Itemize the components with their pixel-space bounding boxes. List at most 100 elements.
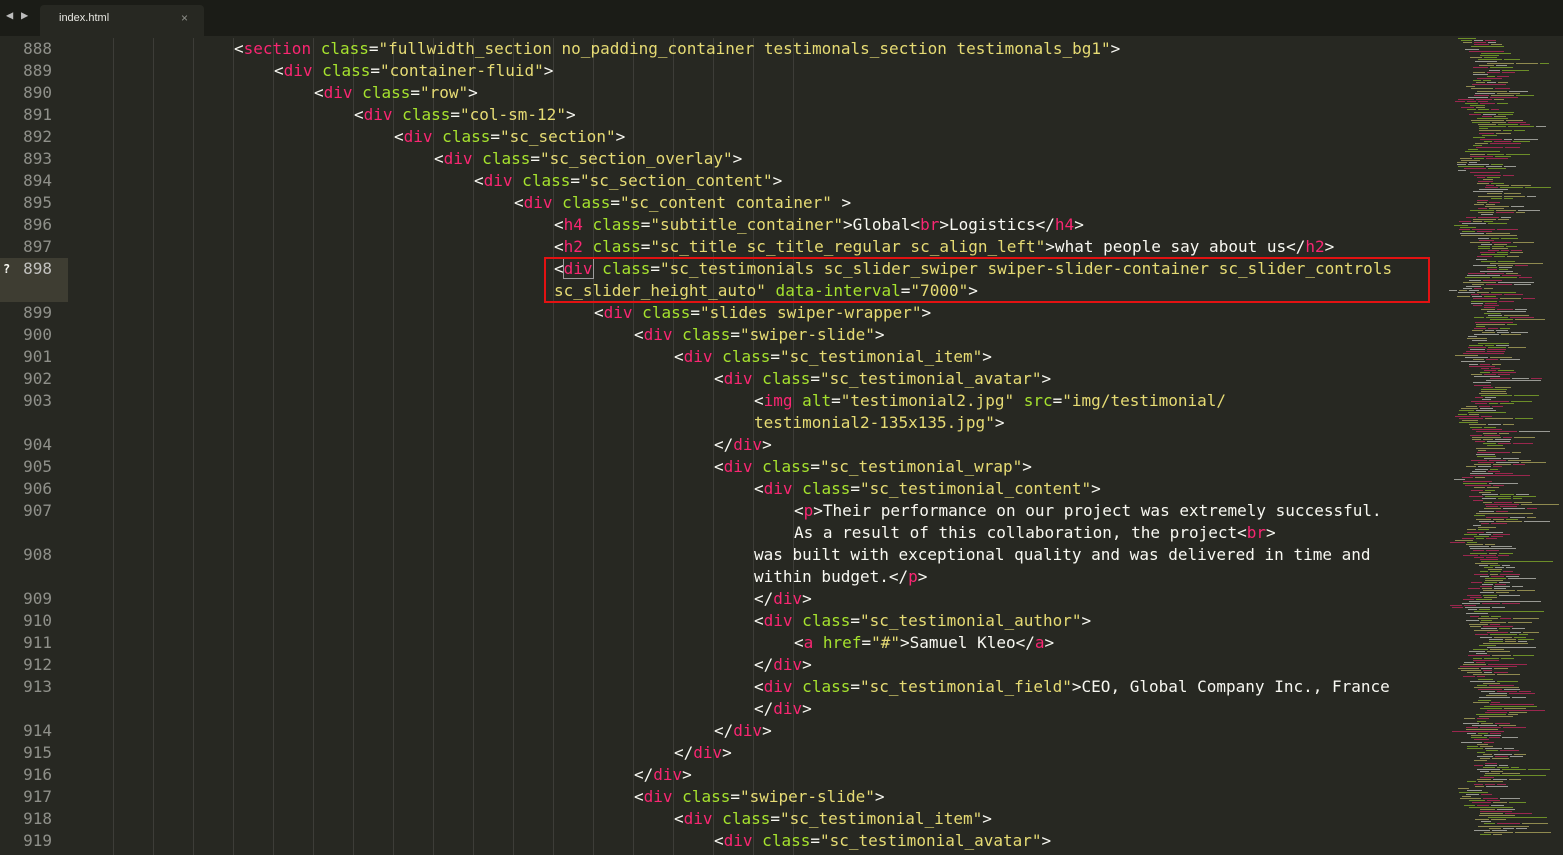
minimap-stroke <box>1465 607 1490 609</box>
minimap-stroke <box>1484 567 1493 569</box>
code-line[interactable]: <div class="sc_testimonial_avatar"> <box>714 830 1051 852</box>
code-line[interactable]: <div class="swiper-slide"> <box>634 786 884 808</box>
minimap-stroke <box>1470 153 1485 155</box>
attribute-name: class <box>632 303 691 322</box>
code-line[interactable]: within budget.</p> <box>754 566 927 588</box>
code-line[interactable]: <div class="sc_testimonial_field">CEO, G… <box>754 676 1390 698</box>
line-number: 902 <box>23 369 52 388</box>
minimap-stroke <box>1487 632 1508 634</box>
code-line[interactable]: </div> <box>714 720 772 742</box>
minimap-stroke <box>1473 304 1482 306</box>
code-line[interactable]: was built with exceptional quality and w… <box>754 544 1371 566</box>
minimap-stroke <box>1460 227 1476 228</box>
code-line[interactable]: <div class="sc_testimonial_item"> <box>674 808 992 830</box>
minimap-stroke <box>1480 252 1495 254</box>
code-line[interactable]: </div> <box>714 434 772 456</box>
minimap-stroke <box>1479 815 1515 816</box>
attribute-value: "swiper-slide" <box>739 325 875 344</box>
minimap-stroke <box>1478 527 1496 529</box>
minimap-stroke <box>1484 458 1501 459</box>
minimap-stroke <box>1488 327 1498 329</box>
attribute-value: "sc_title sc_title_regular sc_align_left… <box>650 237 1046 256</box>
minimap-stroke <box>1473 659 1499 661</box>
minimap-stroke <box>1489 640 1503 642</box>
code-line[interactable]: testimonial2-135x135.jpg"> <box>754 412 1004 434</box>
minimap-stroke <box>1506 119 1523 121</box>
code-line[interactable]: <div class="swiper-slide"> <box>634 324 884 346</box>
code-line[interactable]: As a result of this collaboration, the p… <box>794 522 1276 544</box>
minimap-stroke <box>1513 495 1536 497</box>
attribute-name: class <box>712 809 771 828</box>
minimap-stroke <box>1491 615 1501 617</box>
attribute-value: "sc_content container" <box>619 193 832 212</box>
attribute-name: class <box>672 787 731 806</box>
minimap-stroke <box>1460 233 1484 235</box>
code-line[interactable]: <div class="row"> <box>314 82 478 104</box>
line-number: 901 <box>23 347 52 366</box>
tab-index-html[interactable]: index.html × <box>40 5 204 36</box>
minimap-stroke <box>1497 783 1506 785</box>
minimap-stroke <box>1469 290 1479 291</box>
code-line[interactable]: <div class="container-fluid"> <box>274 60 553 82</box>
code-line[interactable]: <div class="sc_testimonial_content"> <box>754 478 1101 500</box>
code-line[interactable]: <div class="sc_testimonial_wrap"> <box>714 456 1032 478</box>
code-line[interactable]: <div class="sc_section"> <box>394 126 625 148</box>
minimap-stroke <box>1483 113 1496 115</box>
gutter-row: 911 <box>0 632 68 654</box>
code-line[interactable]: sc_slider_height_auto" data-interval="70… <box>554 280 978 302</box>
close-tab-icon[interactable]: × <box>181 11 188 25</box>
code-text: = <box>730 787 740 806</box>
code-line[interactable]: </div> <box>754 654 812 676</box>
code-line[interactable]: <div class="col-sm-12"> <box>354 104 576 126</box>
minimap-stroke <box>1483 432 1497 434</box>
minimap-stroke <box>1473 382 1491 384</box>
minimap-stroke <box>1480 575 1489 577</box>
code-text: = <box>690 303 700 322</box>
minimap-stroke <box>1471 401 1509 403</box>
code-line[interactable]: <h2 class="sc_title sc_title_regular sc_… <box>554 236 1334 258</box>
code-line[interactable]: <div class="sc_content container" > <box>514 192 851 214</box>
code-line[interactable]: <h4 class="subtitle_container">Global<br… <box>554 214 1084 236</box>
minimap-stroke <box>1483 443 1496 445</box>
minimap-stroke <box>1488 250 1499 252</box>
code-line[interactable]: <div class="sc_testimonials sc_slider_sw… <box>554 258 1392 280</box>
minimap-stroke <box>1489 483 1518 485</box>
gutter-row: 906 <box>0 478 68 500</box>
code-editor[interactable]: 888 889 890 891 892 893 894 895 896 897 898? 899 900… <box>0 38 1445 855</box>
code-line[interactable]: </div> <box>634 764 692 786</box>
minimap-stroke <box>1514 754 1526 756</box>
minimap-stroke <box>1476 512 1533 514</box>
code-line[interactable]: <div class="sc_testimonial_item"> <box>674 346 992 368</box>
minimap-stroke <box>1474 464 1491 466</box>
minimap[interactable] <box>1445 36 1563 855</box>
forward-arrow-icon[interactable]: ▶ <box>21 7 28 23</box>
code-line[interactable]: <a href="#">Samuel Kleo</a> <box>794 632 1054 654</box>
minimap-stroke <box>1498 124 1518 126</box>
code-line[interactable]: <div class="sc_section_overlay"> <box>434 148 742 170</box>
minimap-stroke <box>1473 73 1488 75</box>
code-line[interactable]: </div> <box>674 742 732 764</box>
code-line[interactable]: <div class="sc_testimonial_avatar"> <box>714 368 1051 390</box>
minimap-stroke <box>1511 250 1522 252</box>
minimap-stroke <box>1511 332 1528 333</box>
minimap-stroke <box>1504 294 1523 296</box>
minimap-stroke <box>1508 714 1518 716</box>
minimap-stroke <box>1465 151 1500 153</box>
minimap-stroke <box>1469 363 1478 365</box>
minimap-stroke <box>1478 180 1493 182</box>
code-line[interactable]: <img alt="testimonial2.jpg" src="img/tes… <box>754 390 1226 412</box>
minimap-stroke <box>1471 88 1493 90</box>
minimap-stroke <box>1477 117 1508 119</box>
code-line[interactable]: <div class="sc_testimonial_author"> <box>754 610 1091 632</box>
code-line[interactable]: <p>Their performance on our project was … <box>794 500 1382 522</box>
code-line[interactable]: </div> <box>754 698 812 720</box>
code-line[interactable]: <div class="sc_section_content"> <box>474 170 782 192</box>
attribute-name: class <box>752 831 811 850</box>
code-line[interactable]: <section class="fullwidth_section no_pad… <box>234 38 1120 60</box>
code-line[interactable]: </div> <box>754 588 812 610</box>
back-arrow-icon[interactable]: ◀ <box>6 7 13 23</box>
minimap-stroke <box>1484 304 1499 306</box>
code-line[interactable]: <div class="slides swiper-wrapper"> <box>594 302 931 324</box>
minimap-stroke <box>1474 317 1484 319</box>
minimap-stroke <box>1527 516 1536 518</box>
